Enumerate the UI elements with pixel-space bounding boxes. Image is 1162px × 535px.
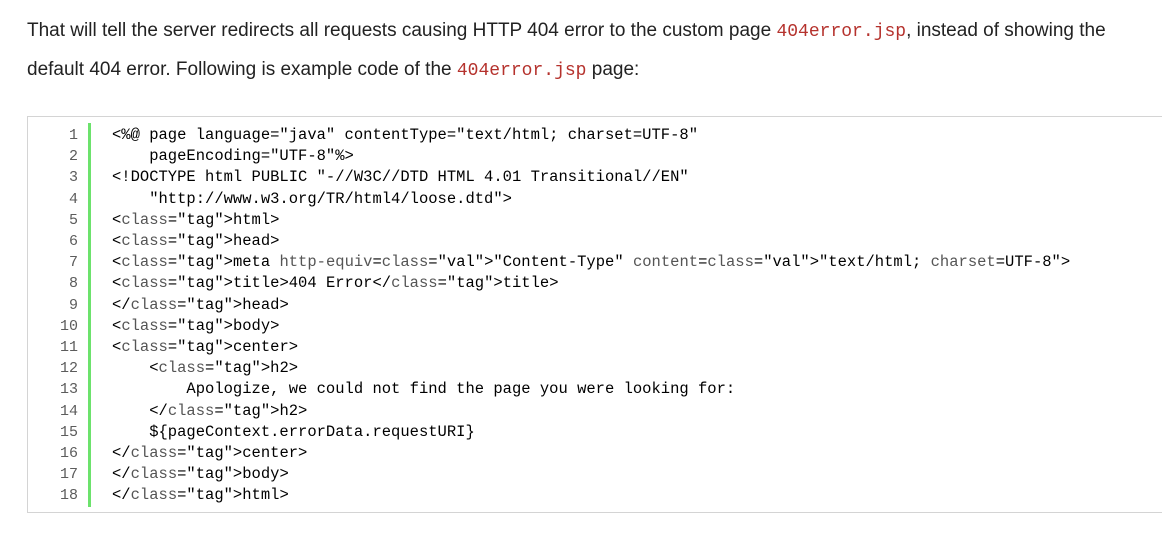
code-line: <%@ page language="java" contentType="te… [112, 126, 698, 144]
line-number: 17 [59, 466, 78, 484]
line-number: 10 [59, 317, 78, 335]
line-number: 5 [68, 211, 78, 229]
intro-text-3: page: [586, 59, 640, 80]
line-number: 4 [68, 190, 78, 208]
code-line: <class="tag">title>404 Error</class="tag… [112, 274, 559, 293]
line-number: 14 [59, 402, 78, 420]
code-line: <class="tag">meta http-equiv=class="val"… [112, 253, 1071, 272]
code-line: </class="tag">body> [112, 465, 289, 484]
line-number: 7 [68, 254, 78, 272]
line-number: 13 [59, 381, 78, 399]
line-number: 3 [68, 169, 78, 187]
code-block: 1 2 3 4 5 6 7 8 9 10 11 12 13 14 15 16 17 18 <%@ page lan… [27, 116, 1162, 513]
line-number: 12 [59, 360, 78, 378]
code-line: "http://www.w3.org/TR/html4/loose.dtd"> [112, 189, 512, 208]
line-number: 16 [59, 445, 78, 462]
intro-text-1: That will tell the server redirects all … [27, 20, 777, 41]
inline-code-filename-1: 404error.jsp [776, 22, 907, 42]
line-number: 8 [68, 275, 78, 293]
line-number: 6 [68, 233, 78, 250]
code-line: <!DOCTYPE html PUBLIC "-//W3C//DTD HTML … [112, 168, 689, 187]
line-number: 9 [68, 296, 78, 314]
gutter-divider [88, 123, 91, 507]
line-number: 15 [59, 423, 78, 441]
intro-paragraph: That will tell the server redirects all … [27, 12, 1147, 90]
inline-code-filename-2: 404error.jsp [456, 61, 587, 81]
line-number-gutter: 1 2 3 4 5 6 7 8 9 10 11 12 13 14 15 16 17 18 [28, 117, 91, 512]
line-number: 2 [68, 148, 78, 166]
code-line: pageEncoding="UTF-8"%> [112, 147, 354, 166]
code-line: ${pageContext.errorData.requestURI} [112, 422, 475, 441]
code-line: </class="tag">html> [112, 486, 289, 505]
code-line: <class="tag">body> [112, 316, 280, 335]
line-number: 1 [68, 127, 78, 144]
code-line: </class="tag">center> [112, 444, 308, 462]
line-number: 11 [59, 339, 78, 356]
code-line: <class="tag">head> [112, 232, 280, 250]
code-line: Apologize, we could not find the page yo… [112, 380, 736, 399]
code-line: </class="tag">head> [112, 295, 289, 314]
code-line: <class="tag">center> [112, 338, 299, 356]
code-line: <class="tag">h2> [112, 359, 299, 378]
line-number: 18 [59, 487, 78, 505]
code-line: <class="tag">html> [112, 210, 280, 229]
code-line: </class="tag">h2> [112, 401, 308, 420]
